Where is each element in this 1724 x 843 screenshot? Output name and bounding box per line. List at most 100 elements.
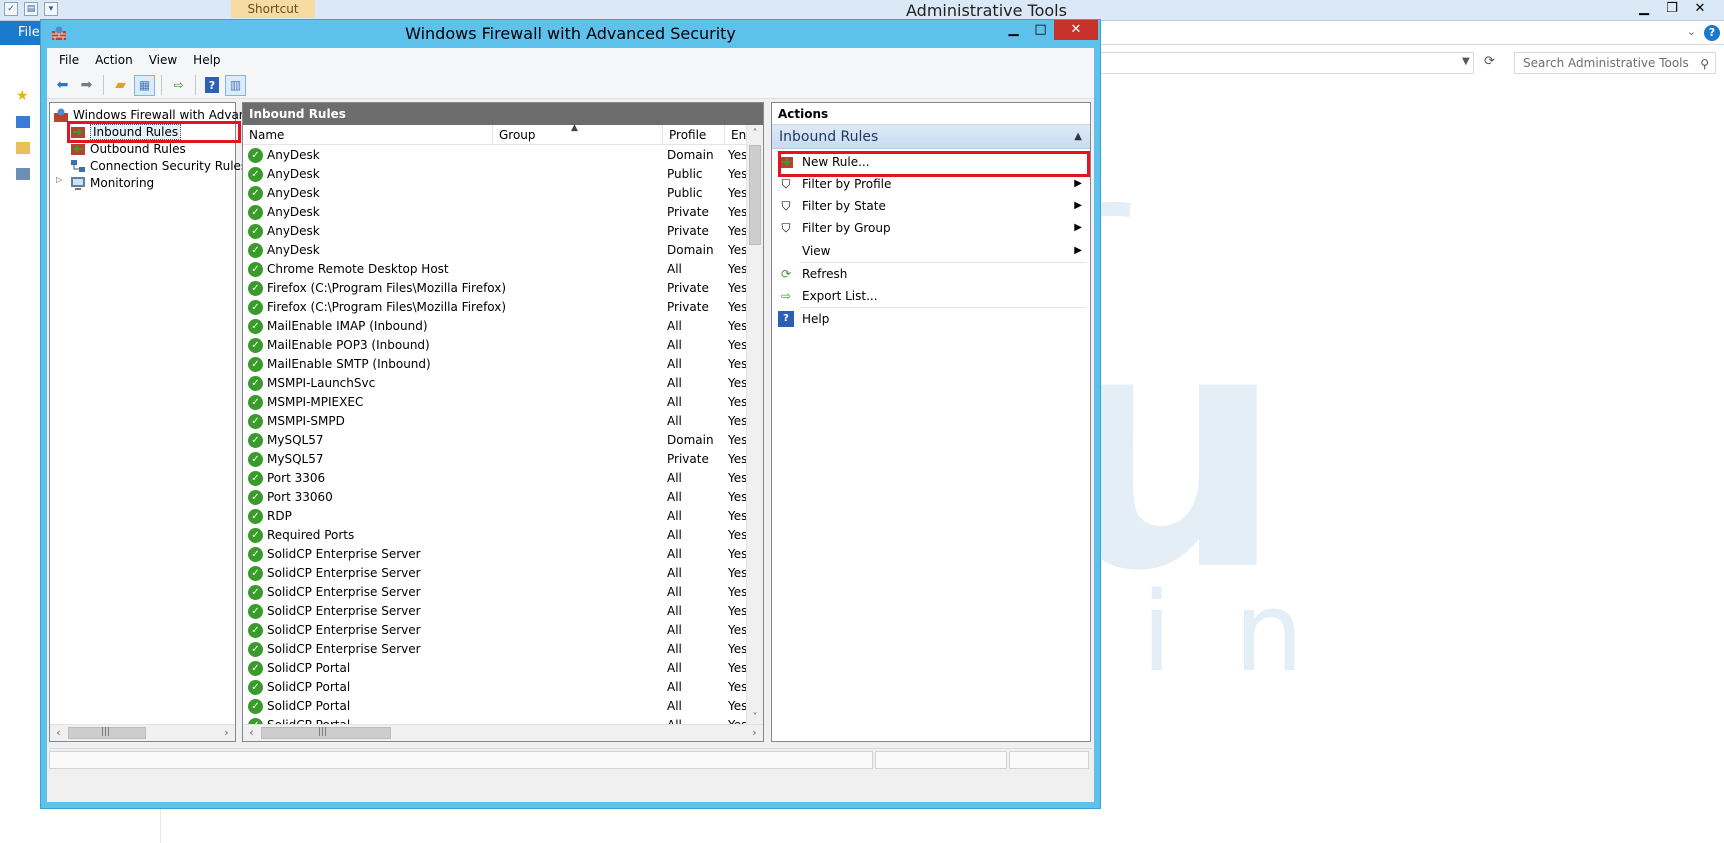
table-row[interactable]: ✓ AnyDesk Private Yes (243, 222, 748, 241)
back-icon[interactable]: ⬅ (52, 75, 73, 96)
table-row[interactable]: ✓ Chrome Remote Desktop Host All Yes (243, 260, 748, 279)
expand-monitoring-icon[interactable]: ▷ (56, 175, 62, 184)
qat-dropdown-icon[interactable]: ▾ (44, 2, 58, 16)
column-group[interactable]: Group (493, 125, 663, 145)
scroll-left-icon[interactable]: ‹ (50, 725, 67, 741)
menu-help[interactable]: Help (185, 48, 228, 72)
column-profile[interactable]: Profile (663, 125, 725, 145)
close-icon[interactable]: ✕ (1686, 0, 1714, 18)
scroll-thumb[interactable]: ||| (68, 727, 146, 739)
table-row[interactable]: ✓ AnyDesk Domain Yes (243, 241, 748, 260)
table-row[interactable]: ✓ SolidCP Enterprise Server All Yes (243, 564, 748, 583)
show-hide-action-pane-icon[interactable]: ▥ (225, 74, 246, 96)
table-row[interactable]: ✓ Port 33060 All Yes (243, 488, 748, 507)
table-row[interactable]: ✓ SolidCP Enterprise Server All Yes (243, 602, 748, 621)
table-row[interactable]: ✓ MySQL57 Private Yes (243, 450, 748, 469)
enabled-check-icon: ✓ (248, 528, 263, 543)
table-row[interactable]: ✓ SolidCP Enterprise Server All Yes (243, 583, 748, 602)
table-row[interactable]: ✓ SolidCP Portal All Yes (243, 697, 748, 716)
export-list-icon[interactable]: ⇨ (168, 75, 189, 96)
rule-profile: All (667, 547, 682, 561)
column-name[interactable]: Name (243, 125, 493, 145)
enabled-check-icon: ✓ (248, 205, 263, 220)
table-row[interactable]: ✓ AnyDesk Public Yes (243, 165, 748, 184)
table-row[interactable]: ✓ Port 3306 All Yes (243, 469, 748, 488)
table-row[interactable]: ✓ Firefox (C:\Program Files\Mozilla Firef… (243, 298, 748, 317)
column-enabled[interactable]: Enal (725, 125, 748, 145)
file-tab[interactable]: File (0, 21, 44, 45)
actions-section-inbound-rules[interactable]: Inbound Rules ▲ (772, 125, 1090, 149)
submenu-arrow-icon: ▶ (1074, 200, 1082, 211)
scroll-thumb[interactable] (749, 145, 761, 245)
action-export-list[interactable]: ⇨ Export List... (772, 285, 1090, 307)
close-icon[interactable]: ✕ (1054, 20, 1098, 40)
tree-horizontal-scrollbar[interactable]: ‹ ||| › (50, 724, 235, 741)
folder-icon[interactable] (16, 142, 30, 154)
network-icon[interactable] (16, 168, 30, 180)
scroll-thumb[interactable]: ||| (261, 727, 391, 739)
table-row[interactable]: ✓ MSMPI-MPIEXEC All Yes (243, 393, 748, 412)
rule-name: SolidCP Enterprise Server (267, 623, 421, 637)
table-row[interactable]: ✓ MSMPI-LaunchSvc All Yes (243, 374, 748, 393)
new-folder-icon[interactable]: ▤ (24, 2, 38, 16)
table-row[interactable]: ✓ MSMPI-SMPD All Yes (243, 412, 748, 431)
action-view[interactable]: View ▶ (772, 240, 1090, 262)
scroll-right-icon[interactable]: › (746, 725, 763, 741)
table-row[interactable]: ✓ MailEnable SMTP (Inbound) All Yes (243, 355, 748, 374)
help-icon[interactable]: ? (1704, 25, 1720, 41)
action-filter-by-group[interactable]: ⛉ Filter by Group ▶ (772, 217, 1090, 239)
menu-file[interactable]: File (51, 48, 87, 72)
minimize-icon[interactable]: ▁ (1630, 0, 1658, 18)
scroll-up-icon[interactable]: ˄ (747, 125, 763, 142)
search-input[interactable]: Search Administrative Tools ⚲ (1514, 52, 1716, 74)
table-row[interactable]: ✓ SolidCP Portal All Yes (243, 659, 748, 678)
restore-icon[interactable]: ❐ (1658, 0, 1686, 18)
table-row[interactable]: ✓ MailEnable IMAP (Inbound) All Yes (243, 317, 748, 336)
rule-name: SolidCP Enterprise Server (267, 566, 421, 580)
enabled-check-icon: ✓ (248, 604, 263, 619)
forward-icon[interactable]: ➡ (76, 75, 97, 96)
collapse-icon[interactable]: ▲ (1074, 125, 1082, 149)
action-refresh[interactable]: ⟳ Refresh (772, 263, 1090, 285)
star-icon[interactable]: ★ (16, 89, 30, 103)
rule-profile: All (667, 566, 682, 580)
table-row[interactable]: ✓ MailEnable POP3 (Inbound) All Yes (243, 336, 748, 355)
scroll-left-icon[interactable]: ‹ (243, 725, 260, 741)
table-row[interactable]: ✓ Firefox (C:\Program Files\Mozilla Firef… (243, 279, 748, 298)
table-row[interactable]: ✓ MySQL57 Domain Yes (243, 431, 748, 450)
submenu-arrow-icon: ▶ (1074, 245, 1082, 256)
table-row[interactable]: ✓ AnyDesk Private Yes (243, 203, 748, 222)
menu-view[interactable]: View (141, 48, 185, 72)
table-row[interactable]: ✓ SolidCP Portal All Yes (243, 678, 748, 697)
action-filter-by-state[interactable]: ⛉ Filter by State ▶ (772, 195, 1090, 217)
show-hide-tree-icon[interactable]: ▦ (134, 74, 155, 96)
firewall-window: Windows Firewall with Advanced Security … (40, 19, 1101, 809)
tree-item-monitoring[interactable]: Monitoring (70, 174, 154, 192)
rule-profile: All (667, 528, 682, 542)
table-row[interactable]: ✓ SolidCP Enterprise Server All Yes (243, 621, 748, 640)
table-row[interactable]: ✓ Required Ports All Yes (243, 526, 748, 545)
expand-ribbon-icon[interactable]: ⌄ (1687, 25, 1696, 38)
maximize-icon[interactable]: □ (1027, 20, 1054, 40)
menu-action[interactable]: Action (87, 48, 141, 72)
tree-item-connection-security-rules[interactable]: Connection Security Rules (70, 157, 247, 175)
minimize-icon[interactable]: ▁ (1000, 20, 1027, 40)
action-help[interactable]: ? Help (772, 308, 1090, 330)
address-dropdown-icon[interactable]: ▼ (1462, 56, 1470, 67)
table-row[interactable]: ✓ SolidCP Enterprise Server All Yes (243, 640, 748, 659)
refresh-icon[interactable]: ⟳ (1484, 54, 1495, 69)
table-row[interactable]: ✓ AnyDesk Public Yes (243, 184, 748, 203)
properties-icon[interactable]: ✓ (4, 2, 18, 16)
shortcut-tools-tab[interactable]: Shortcut Tools (231, 0, 315, 34)
scroll-right-icon[interactable]: › (218, 725, 235, 741)
up-folder-icon[interactable]: ▰ (110, 75, 131, 96)
table-row[interactable]: ✓ AnyDesk Domain Yes (243, 146, 748, 165)
rules-vertical-scrollbar[interactable]: ˄ ˅ (746, 125, 763, 726)
help-icon[interactable]: ? (205, 77, 219, 93)
desktop-icon[interactable] (16, 116, 30, 128)
table-row[interactable]: ✓ RDP All Yes (243, 507, 748, 526)
rule-enabled: Yes (728, 509, 748, 523)
rules-horizontal-scrollbar[interactable]: ‹ ||| › (243, 724, 763, 741)
table-row[interactable]: ✓ SolidCP Enterprise Server All Yes (243, 545, 748, 564)
rule-enabled: Yes (728, 148, 748, 162)
